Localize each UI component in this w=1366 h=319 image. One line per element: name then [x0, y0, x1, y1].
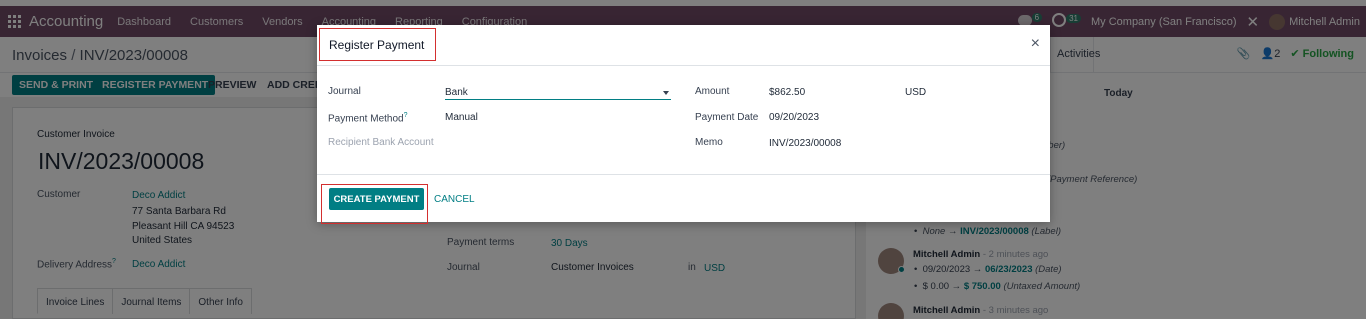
chevron-down-icon	[663, 91, 669, 95]
amount-input[interactable]: $862.50	[769, 87, 805, 98]
recipient-bank-account-label: Recipient Bank Account	[328, 137, 434, 148]
dialog-title: Register Payment	[319, 28, 436, 61]
journal-select[interactable]: Bank	[445, 85, 671, 100]
journal-selected-value: Bank	[445, 87, 468, 98]
dialog-footer: CREATE PAYMENT CANCEL	[317, 174, 1050, 224]
payment-date-input[interactable]: 09/20/2023	[769, 112, 819, 123]
memo-input[interactable]: INV/2023/00008	[769, 138, 841, 149]
create-payment-button[interactable]: CREATE PAYMENT	[329, 188, 424, 210]
memo-label: Memo	[695, 137, 723, 148]
cancel-button[interactable]: CANCEL	[434, 194, 475, 205]
register-payment-dialog: Register Payment × Journal Bank Payment …	[317, 25, 1050, 224]
amount-label: Amount	[695, 86, 730, 97]
payment-date-label: Payment Date	[695, 112, 759, 123]
close-icon[interactable]: ×	[1031, 35, 1040, 53]
dialog-header: Register Payment ×	[317, 25, 1050, 66]
currency-select[interactable]: USD	[905, 87, 926, 98]
journal-label: Journal	[328, 86, 361, 97]
payment-method-value[interactable]: Manual	[445, 112, 478, 123]
help-mark: ?	[403, 112, 408, 119]
payment-method-label: Payment Method?	[328, 112, 408, 125]
